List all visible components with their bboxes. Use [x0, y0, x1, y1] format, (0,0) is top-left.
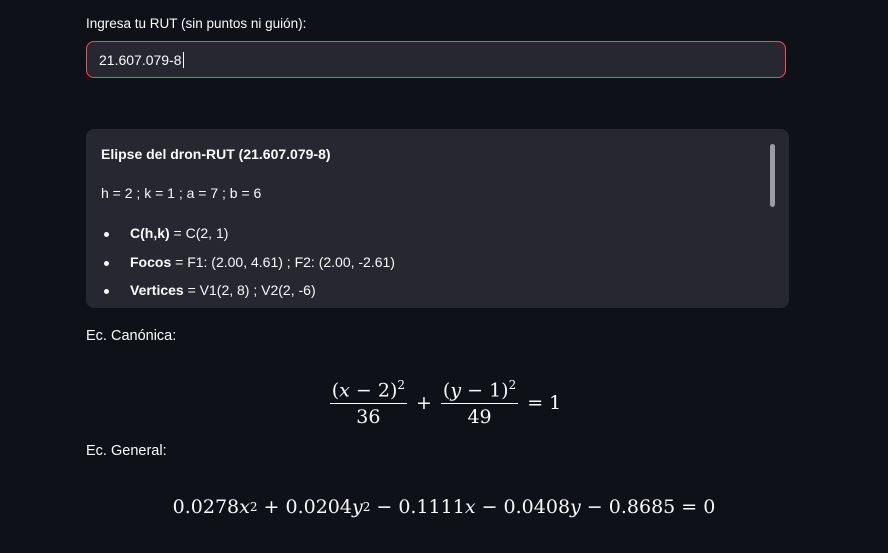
rut-input-label: Ingresa tu RUT (sin puntos ni guión): [86, 16, 307, 31]
info-params: h = 2 ; k = 1 ; a = 7 ; b = 6 [101, 184, 262, 201]
page: Ingresa tu RUT (sin puntos ni guión): 21… [0, 0, 888, 553]
term: − 0.1111 [370, 496, 465, 518]
variable-x: x [464, 496, 476, 518]
info-title: Elipse del dron-RUT (21.607.079-8) [101, 146, 331, 162]
text-caret [182, 51, 184, 68]
info-content: Elipse del dron-RUT (21.607.079-8) h = 2… [101, 145, 759, 308]
list-item-text: = V1(2, 8) ; V2(2, -6) [183, 282, 316, 299]
plus-sign: + [416, 392, 432, 415]
general-label: Ec. General: [86, 443, 167, 459]
variable-x: x [239, 496, 250, 518]
canonical-equation: (x − 2)2 36 + (y − 1)2 49 = 1 [0, 378, 888, 428]
info-list: C(h,k) = C(2, 1) Focos = F1: (2.00, 4.61… [101, 224, 759, 301]
rut-input-value: 21.607.079-8 [99, 51, 182, 68]
general-equation: 0.0278 x 2 + 0.0204 y 2 − 0.1111 x − 0.0408 y … [0, 496, 888, 518]
list-item-text: = F1: (2.00, 4.61) ; F2: (2.00, -2.61) [171, 253, 395, 270]
variable-x: x [339, 379, 350, 402]
fraction-denominator: 36 [356, 406, 381, 429]
ellipse-info-box[interactable]: Elipse del dron-RUT (21.607.079-8) h = 2… [86, 129, 789, 308]
list-item-text: = C(2, 1) [169, 225, 229, 242]
fraction-denominator: 49 [467, 406, 492, 429]
variable-y: y [351, 496, 363, 518]
fraction-numerator: (y − 1)2 [440, 378, 519, 405]
equals-one: = 1 [527, 392, 562, 415]
numerator-rest: − 2) [349, 379, 398, 402]
list-item: Focos = F1: (2.00, 4.61) ; F2: (2.00, -2… [101, 253, 759, 273]
fraction-x: (x − 2)2 36 [329, 378, 407, 429]
variable-y: y [570, 496, 581, 518]
term: + 0.0204 [257, 496, 352, 518]
list-item: C(h,k) = C(2, 1) [101, 224, 759, 244]
numerator-rest: − 1) [461, 379, 509, 402]
canonical-label: Ec. Canónica: [86, 328, 177, 344]
fraction-y: (y − 1)2 49 [440, 378, 519, 429]
list-item: Vertices = V1(2, 8) ; V2(2, -6) [101, 281, 759, 301]
exponent: 2 [508, 378, 517, 392]
variable-y: y [450, 379, 462, 402]
exponent: 2 [362, 500, 371, 514]
exponent: 2 [397, 378, 405, 392]
term: − 0.0408 [475, 496, 571, 518]
scrollbar-thumb[interactable] [770, 144, 775, 207]
term: − 0.8685 = 0 [580, 496, 716, 518]
rut-input[interactable]: 21.607.079-8 [86, 41, 786, 78]
exponent: 2 [249, 500, 258, 514]
list-item-term: Vertices [130, 282, 184, 299]
list-item-term: C(h,k) [130, 225, 170, 242]
term: 0.0278 [172, 496, 240, 518]
list-item-term: Focos [130, 253, 172, 270]
fraction-numerator: (x − 2)2 [329, 378, 407, 405]
